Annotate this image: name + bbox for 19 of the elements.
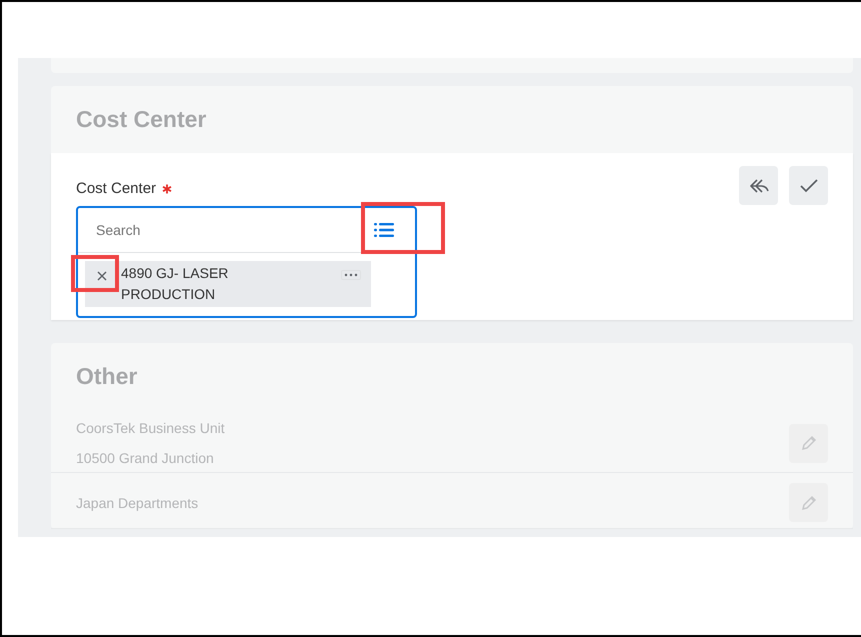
field-value: Japan Departments bbox=[76, 494, 198, 510]
field-value: CoorsTek Business Unit bbox=[76, 420, 225, 436]
selected-item[interactable]: 4890 GJ- LASER PRODUCTION bbox=[85, 261, 371, 307]
pencil-icon bbox=[800, 434, 818, 452]
confirm-button[interactable] bbox=[789, 166, 828, 205]
field-value: 10500 Grand Junction bbox=[76, 450, 215, 466]
cancel-button[interactable] bbox=[739, 166, 778, 205]
section-title: Other bbox=[76, 363, 138, 390]
section-title: Cost Center bbox=[76, 106, 206, 133]
search-input[interactable]: Search bbox=[94, 221, 348, 239]
remove-icon[interactable] bbox=[97, 271, 107, 281]
list-icon[interactable] bbox=[374, 222, 394, 238]
search-field[interactable]: Search 4890 GJ- LASER PRODUCTION bbox=[76, 206, 417, 318]
pencil-icon bbox=[800, 494, 818, 512]
checkmark-icon bbox=[800, 178, 818, 192]
item-label: 4890 GJ- LASER PRODUCTION bbox=[121, 264, 230, 304]
more-icon[interactable] bbox=[341, 270, 361, 280]
field-label: Cost Center bbox=[76, 180, 156, 197]
reply-icon bbox=[748, 178, 768, 194]
